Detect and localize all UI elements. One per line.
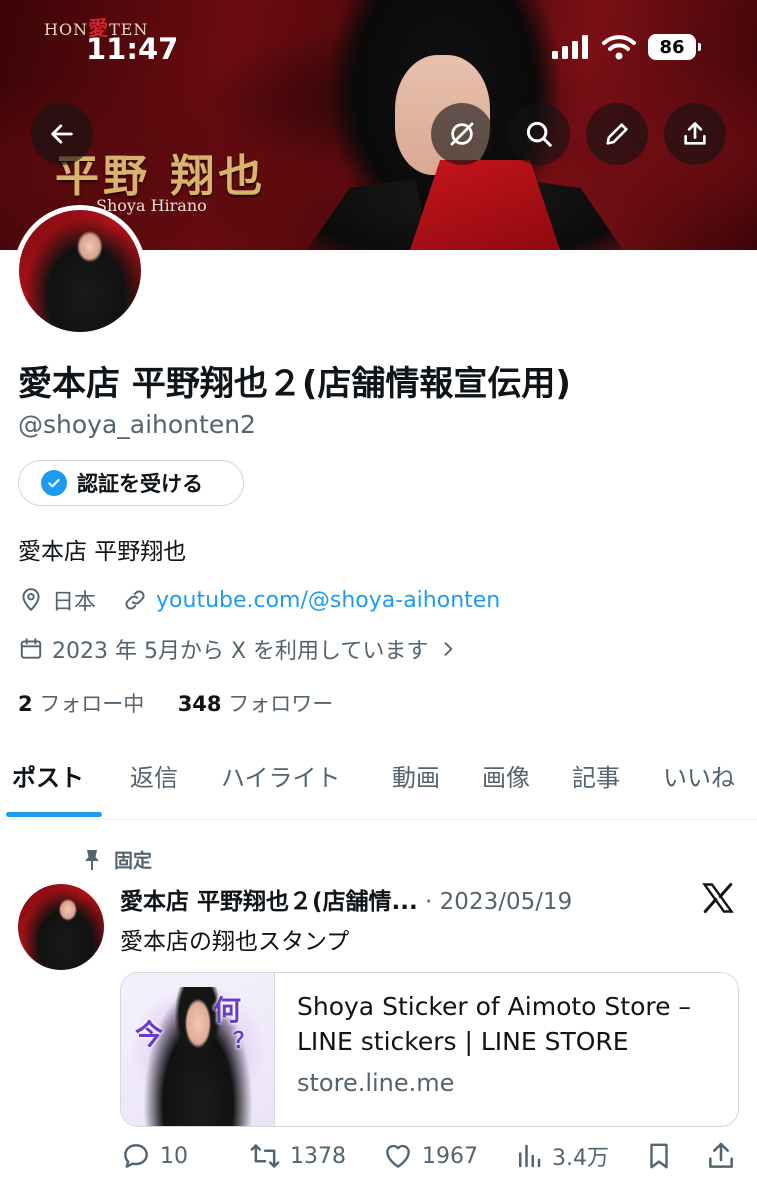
chevron-right-icon	[438, 639, 458, 659]
banner-logo-left: HON	[44, 20, 89, 39]
pinned-label-row: 固定	[82, 846, 152, 873]
share-icon	[709, 1142, 733, 1168]
like-count: 1967	[422, 1143, 478, 1169]
reply-count: 10	[160, 1143, 188, 1169]
wifi-icon	[602, 35, 636, 60]
location-pin-icon	[18, 587, 44, 613]
tab-posts[interactable]: ポスト	[12, 758, 84, 793]
share-post-button[interactable]	[705, 1140, 737, 1172]
pencil-icon	[606, 123, 628, 145]
arrow-left-icon	[51, 124, 73, 144]
back-button[interactable]	[31, 103, 93, 165]
signal-icon	[552, 35, 588, 59]
tab-articles[interactable]: 記事	[572, 758, 620, 793]
status-time: 11:47	[86, 32, 179, 66]
link-preview-card[interactable]: 今 何 ？ Shoya Sticker of Aimoto Store – LI…	[120, 972, 739, 1127]
pinned-label: 固定	[114, 850, 153, 872]
tab-images[interactable]: 画像	[482, 758, 530, 793]
link-icon	[122, 587, 148, 613]
thumb-text-1: 今	[135, 1018, 164, 1051]
post-author-name[interactable]: 愛本店 平野翔也２(店舗情...	[120, 889, 418, 915]
active-tab-indicator	[6, 812, 102, 817]
pin-icon	[85, 849, 99, 870]
search-button[interactable]	[508, 103, 570, 165]
get-verified-button[interactable]: 認証を受ける	[18, 460, 244, 506]
x-logo-icon	[702, 883, 734, 913]
tab-likes[interactable]: いいね	[663, 758, 735, 793]
views-button[interactable]: 3.4万	[514, 1140, 609, 1172]
views-count: 3.4万	[552, 1146, 609, 1171]
grok-button[interactable]	[431, 103, 493, 165]
heart-icon	[386, 1144, 410, 1168]
repost-count: 1378	[290, 1143, 346, 1169]
get-verified-label: 認証を受ける	[77, 472, 203, 496]
joined-row[interactable]: 2023 年 5月から X を利用しています	[18, 633, 466, 665]
like-button[interactable]: 1967	[382, 1140, 478, 1172]
edit-button[interactable]	[586, 103, 648, 165]
profile-meta-row: 日本 youtube.com/@shoya-aihonten	[18, 584, 500, 616]
battery-indicator: 86	[648, 34, 701, 60]
grok-icon	[450, 122, 474, 146]
status-icons: 86	[552, 34, 701, 60]
card-thumbnail: 今 何 ？	[121, 973, 275, 1126]
thumb-text-3: ？	[233, 1029, 256, 1054]
grok-explain-button[interactable]	[700, 880, 736, 920]
post-actions: 10 1378 1967 3.4万	[0, 1140, 757, 1184]
post-text: 愛本店の翔也スタンプ	[120, 929, 350, 955]
verified-badge-icon	[41, 470, 67, 496]
followers-link[interactable]: 348 フォロワー	[178, 692, 334, 716]
location-text: 日本	[52, 590, 97, 615]
card-title: Shoya Sticker of Aimoto Store – LINE sti…	[297, 992, 691, 1056]
tab-videos[interactable]: 動画	[392, 758, 440, 793]
banner-name-en: Shoya Hirano	[96, 196, 207, 215]
avatar-image	[19, 210, 141, 332]
website-link[interactable]: youtube.com/@shoya-aihonten	[156, 588, 500, 613]
share-icon	[684, 122, 706, 145]
follow-stats: 2 フォロー中 348 フォロワー	[18, 688, 333, 718]
post-header: 愛本店 平野翔也２(店舗情... · 2023/05/19	[120, 889, 573, 915]
tab-replies[interactable]: 返信	[130, 758, 178, 793]
calendar-icon	[18, 636, 44, 662]
bookmark-button[interactable]	[644, 1140, 674, 1172]
tab-highlights[interactable]: ハイライト	[221, 758, 341, 793]
display-name: 愛本店 平野翔也２(店舗情報宣伝用)	[18, 364, 571, 404]
bio: 愛本店 平野翔也	[18, 539, 187, 565]
repost-button[interactable]: 1378	[248, 1140, 346, 1172]
handle: @shoya_aihonten2	[18, 410, 256, 439]
reply-button[interactable]: 10	[120, 1140, 188, 1172]
profile-avatar[interactable]	[14, 205, 146, 337]
post-author-avatar[interactable]	[18, 884, 104, 970]
search-icon	[526, 121, 552, 147]
repost-icon	[250, 1144, 280, 1168]
joined-text: 2023 年 5月から X を利用しています	[52, 639, 429, 664]
bookmark-icon	[650, 1143, 668, 1169]
post-date[interactable]: 2023/05/19	[440, 889, 573, 915]
following-link[interactable]: 2 フォロー中	[18, 692, 144, 716]
card-domain: store.line.me	[297, 1069, 455, 1097]
views-chart-icon	[519, 1144, 541, 1168]
share-profile-button[interactable]	[664, 103, 726, 165]
profile-tabs: ポスト 返信 ハイライト 動画 画像 記事 いいね	[0, 758, 757, 820]
reply-icon	[124, 1144, 148, 1168]
